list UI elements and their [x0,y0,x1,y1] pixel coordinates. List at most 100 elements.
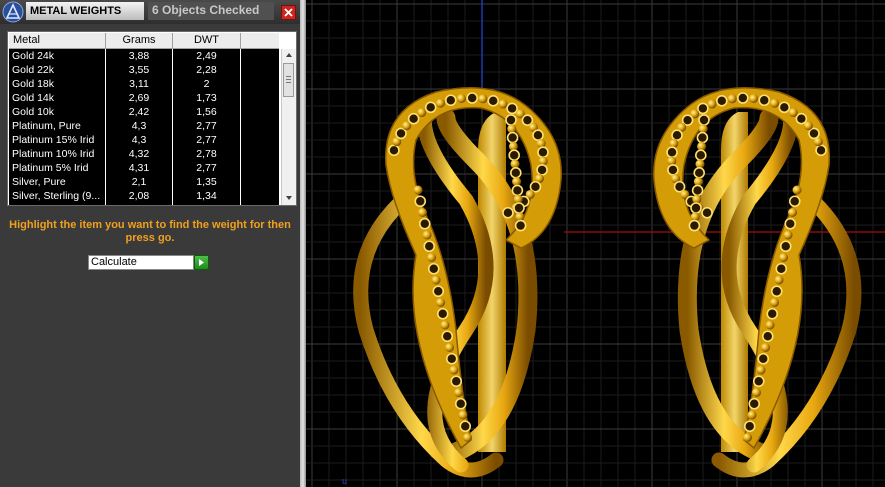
setting-hole [511,184,524,197]
setting-hole [788,195,801,208]
cell-grams: 2,07 [106,203,173,205]
column-header-metal[interactable]: Metal [9,33,106,48]
setting-hole [388,144,400,157]
column-header-grams[interactable]: Grams [106,33,173,48]
cell-dwt: 1,35 [173,175,241,189]
bead [436,298,445,307]
bead [456,94,466,104]
cell-dwt: 2,77 [173,133,241,147]
setting-hole [667,164,679,176]
3d-viewport[interactable]: u [306,0,885,487]
setting-hole [407,112,420,125]
table-row[interactable]: Silver, Pure 2,1 1,35 [9,175,279,189]
bead [417,108,427,118]
cell-extra [241,203,279,205]
table-row[interactable]: Silver, Sterling (9... 2,08 1,34 [9,189,279,203]
table-row[interactable]: Platinum 15% Irid 4,3 2,77 [9,133,279,147]
table-row[interactable]: Gold 14k 2,69 1,73 [9,91,279,105]
table-body: Gold 24k 3,88 2,49 Gold 22k 3,55 2,28 Gold 18k… [9,49,279,205]
cell-extra [241,49,279,63]
setting-hole [737,92,749,104]
setting-hole [427,262,440,275]
setting-hole [666,146,678,159]
setting-hole [436,307,449,320]
cell-metal: Platinum 15% Irid [9,133,106,147]
cell-grams: 4,32 [106,147,173,161]
scroll-down-arrow-icon[interactable] [282,192,296,204]
column-header-dwt[interactable]: DWT [173,33,241,48]
cell-dwt: 1,34 [173,189,241,203]
setting-hole [466,92,478,104]
setting-hole [414,195,427,208]
cell-grams: 2,42 [106,105,173,119]
setting-hole [532,129,544,141]
cell-dwt: 1,73 [173,91,241,105]
cell-grams: 4,3 [106,119,173,133]
setting-hole [694,149,707,161]
close-icon [284,8,293,17]
setting-hole [454,397,467,410]
cell-extra [241,77,279,91]
table-row[interactable]: Platinum 10% Irid 4,32 2,78 [9,147,279,161]
setting-hole [505,114,517,126]
scroll-up-arrow-icon[interactable] [282,49,296,61]
cell-extra [241,161,279,175]
setting-hole [779,240,792,253]
table-row[interactable]: Platinum, Pure 4,3 2,77 [9,119,279,133]
setting-hole [688,219,701,232]
setting-hole [757,352,770,365]
bead [422,230,432,240]
cell-metal: Gold 14k [9,91,106,105]
cell-grams: 3,11 [106,77,173,91]
cell-grams: 3,88 [106,49,173,63]
setting-hole [748,397,761,410]
setting-hole [693,167,706,179]
setting-hole [671,129,683,141]
table-row[interactable]: Gold 10k 2,42 1,56 [9,105,279,119]
table-row[interactable]: Silver, Coin (900)2,071,33 [9,203,279,205]
cell-metal: Platinum 10% Irid [9,147,106,161]
setting-hole [698,114,710,126]
cell-metal: Platinum 5% Irid [9,161,106,175]
bead [418,208,427,217]
setting-hole [697,102,709,115]
bead [498,99,508,109]
cell-extra [241,133,279,147]
cell-metal: Silver, Coin (900) [9,203,106,205]
calculate-select[interactable]: Calculate [88,255,194,270]
panel-titlebar[interactable]: METAL WEIGHTS 6 Objects Checked [0,0,300,24]
setting-hole [778,101,791,114]
bead [761,343,770,352]
table-row[interactable]: Platinum 5% Irid 4,31 2,77 [9,161,279,175]
setting-hole [761,330,774,343]
go-button[interactable] [194,255,209,270]
setting-hole [441,330,454,343]
earring-model-left[interactable] [353,87,562,478]
bead [770,298,779,307]
bead [783,230,793,240]
bead [788,108,798,118]
cell-extra [241,175,279,189]
cell-dwt: 2,77 [173,119,241,133]
setting-hole [513,202,525,214]
cell-extra [241,63,279,77]
view-axis-label: u [342,476,347,486]
table-row[interactable]: Gold 24k 3,88 2,49 [9,49,279,63]
setting-hole [514,219,527,232]
cell-grams: 2,1 [106,175,173,189]
setting-hole [743,420,756,433]
setting-hole [445,352,458,365]
scrollbar-thumb[interactable] [283,63,294,97]
cell-dwt: 2 [173,77,241,91]
bead [435,98,445,108]
setting-hole [537,146,549,159]
table-scrollbar[interactable] [281,49,296,205]
close-button[interactable] [281,5,296,20]
bead [752,388,761,397]
table-row[interactable]: Gold 18k 3,11 2 [9,77,279,91]
table-row[interactable]: Gold 22k 3,55 2,28 [9,63,279,77]
setting-hole [418,217,431,230]
bead [458,410,468,420]
cell-metal: Gold 18k [9,77,106,91]
setting-hole [808,127,820,140]
